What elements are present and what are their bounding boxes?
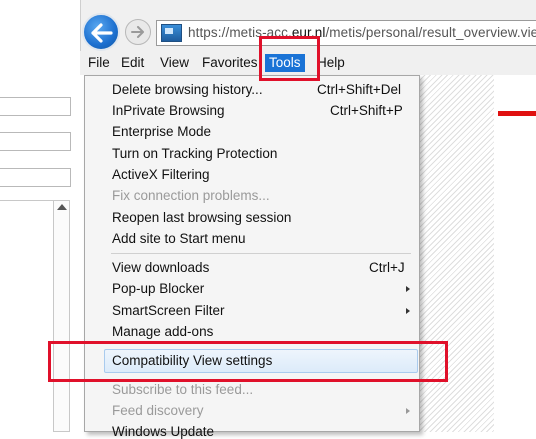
submenu-arrow-icon [406,308,410,314]
menu-item-fix-connection-problems: Fix connection problems... [112,188,270,203]
background-scrollbar[interactable] [53,200,70,432]
menu-item-view-downloads[interactable]: View downloads [112,260,209,275]
menu-favorites[interactable]: Favorites [202,55,258,70]
background-input-field[interactable] [0,132,71,151]
scroll-up-arrow-icon[interactable] [57,204,67,210]
menu-item-subscribe-feed: Subscribe to this feed... [112,382,254,397]
menu-item-popup-blocker[interactable]: Pop-up Blocker [112,281,204,296]
shortcut-delete-browsing-history: Ctrl+Shift+Del [317,82,402,97]
menu-item-delete-browsing-history[interactable]: Delete browsing history... [112,82,263,97]
menu-item-manage-addons[interactable]: Manage add-ons [112,324,213,339]
menu-item-add-site-to-start[interactable]: Add site to Start menu [112,231,246,246]
shortcut-inprivate-browsing: Ctrl+Shift+P [330,103,403,118]
back-arrow-icon [91,23,113,43]
url-text[interactable]: https://metis-acc.eur.nl/metis/personal/… [188,25,536,40]
background-list-box[interactable] [0,200,54,432]
annotation-box-compatibility-view [48,341,448,382]
menu-help[interactable]: Help [317,55,345,70]
url-path: /metis/personal/result_overview.view [325,25,536,40]
menu-view[interactable]: View [160,55,189,70]
menu-file[interactable]: File [88,55,110,70]
menu-item-smartscreen-filter[interactable]: SmartScreen Filter [112,303,225,318]
background-input-field[interactable] [0,168,71,187]
submenu-arrow-icon [406,408,410,414]
menu-item-feed-discovery: Feed discovery [112,403,204,418]
site-favicon-icon [161,24,182,42]
menu-item-enterprise-mode[interactable]: Enterprise Mode [112,124,211,139]
annotation-red-line [498,111,536,116]
back-button[interactable] [82,13,120,51]
address-bar[interactable]: https://metis-acc.eur.nl/metis/personal/… [156,20,536,46]
shortcut-view-downloads: Ctrl+J [369,260,405,275]
menu-separator [111,253,411,254]
annotation-box-tools [259,36,320,81]
menu-item-reopen-last-session[interactable]: Reopen last browsing session [112,210,291,225]
forward-arrow-icon [131,26,144,38]
menu-item-tracking-protection[interactable]: Turn on Tracking Protection [112,146,277,161]
menu-item-activex-filtering[interactable]: ActiveX Filtering [112,167,210,182]
background-input-field[interactable] [0,97,71,116]
menu-edit[interactable]: Edit [121,55,144,70]
menu-item-inprivate-browsing[interactable]: InPrivate Browsing [112,103,225,118]
forward-button[interactable] [125,19,151,45]
submenu-arrow-icon [406,286,410,292]
